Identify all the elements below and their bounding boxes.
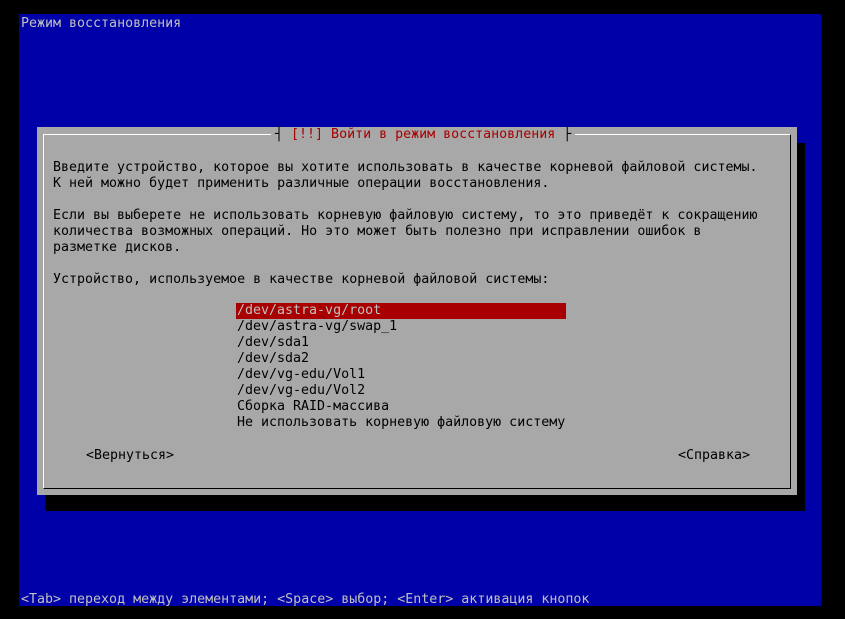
device-prompt: Устройство, используемое в качестве корн… xyxy=(53,272,550,287)
device-option-vg-edu-vol2[interactable]: /dev/vg-edu/Vol2 xyxy=(236,383,566,399)
screen-title: Режим восстановления xyxy=(21,16,182,31)
title-left-bracket: ┤ xyxy=(275,127,284,142)
help-button[interactable]: <Справка> xyxy=(678,448,750,464)
device-option-raid-assembly[interactable]: Сборка RAID-массива xyxy=(236,399,566,415)
rescue-mode-dialog: ┤ [!!] Войти в режим восстановления ├ Вв… xyxy=(37,127,797,495)
description-line-1: Введите устройство, которое вы хотите ис… xyxy=(53,160,758,175)
dialog-title-wrapper: ┤ [!!] Войти в режим восстановления ├ xyxy=(271,127,576,143)
warning-line-1: Если вы выберете не использовать корневу… xyxy=(53,208,758,223)
device-option-vg-edu-vol1[interactable]: /dev/vg-edu/Vol1 xyxy=(236,367,566,383)
device-option-astra-vg-root[interactable]: /dev/astra-vg/root xyxy=(236,303,566,319)
warning-line-3: разметке дисков. xyxy=(53,240,182,255)
back-button[interactable]: <Вернуться> xyxy=(86,448,174,464)
title-right-bracket: ├ xyxy=(563,127,572,142)
keyboard-help-line: <Tab> переход между элементами; <Space> … xyxy=(21,592,590,607)
device-list[interactable]: /dev/astra-vg/root /dev/astra-vg/swap_1 … xyxy=(236,303,566,431)
device-option-sda2[interactable]: /dev/sda2 xyxy=(236,351,566,367)
warning-line-2: количества возможных операций. Но это мо… xyxy=(53,224,702,239)
description-line-2: К ней можно будет применить различные оп… xyxy=(53,176,550,191)
device-option-no-root[interactable]: Не использовать корневую файловую систем… xyxy=(236,415,566,431)
device-option-sda1[interactable]: /dev/sda1 xyxy=(236,335,566,351)
device-option-astra-vg-swap[interactable]: /dev/astra-vg/swap_1 xyxy=(236,319,566,335)
dialog-title: [!!] Войти в режим восстановления xyxy=(291,127,556,142)
